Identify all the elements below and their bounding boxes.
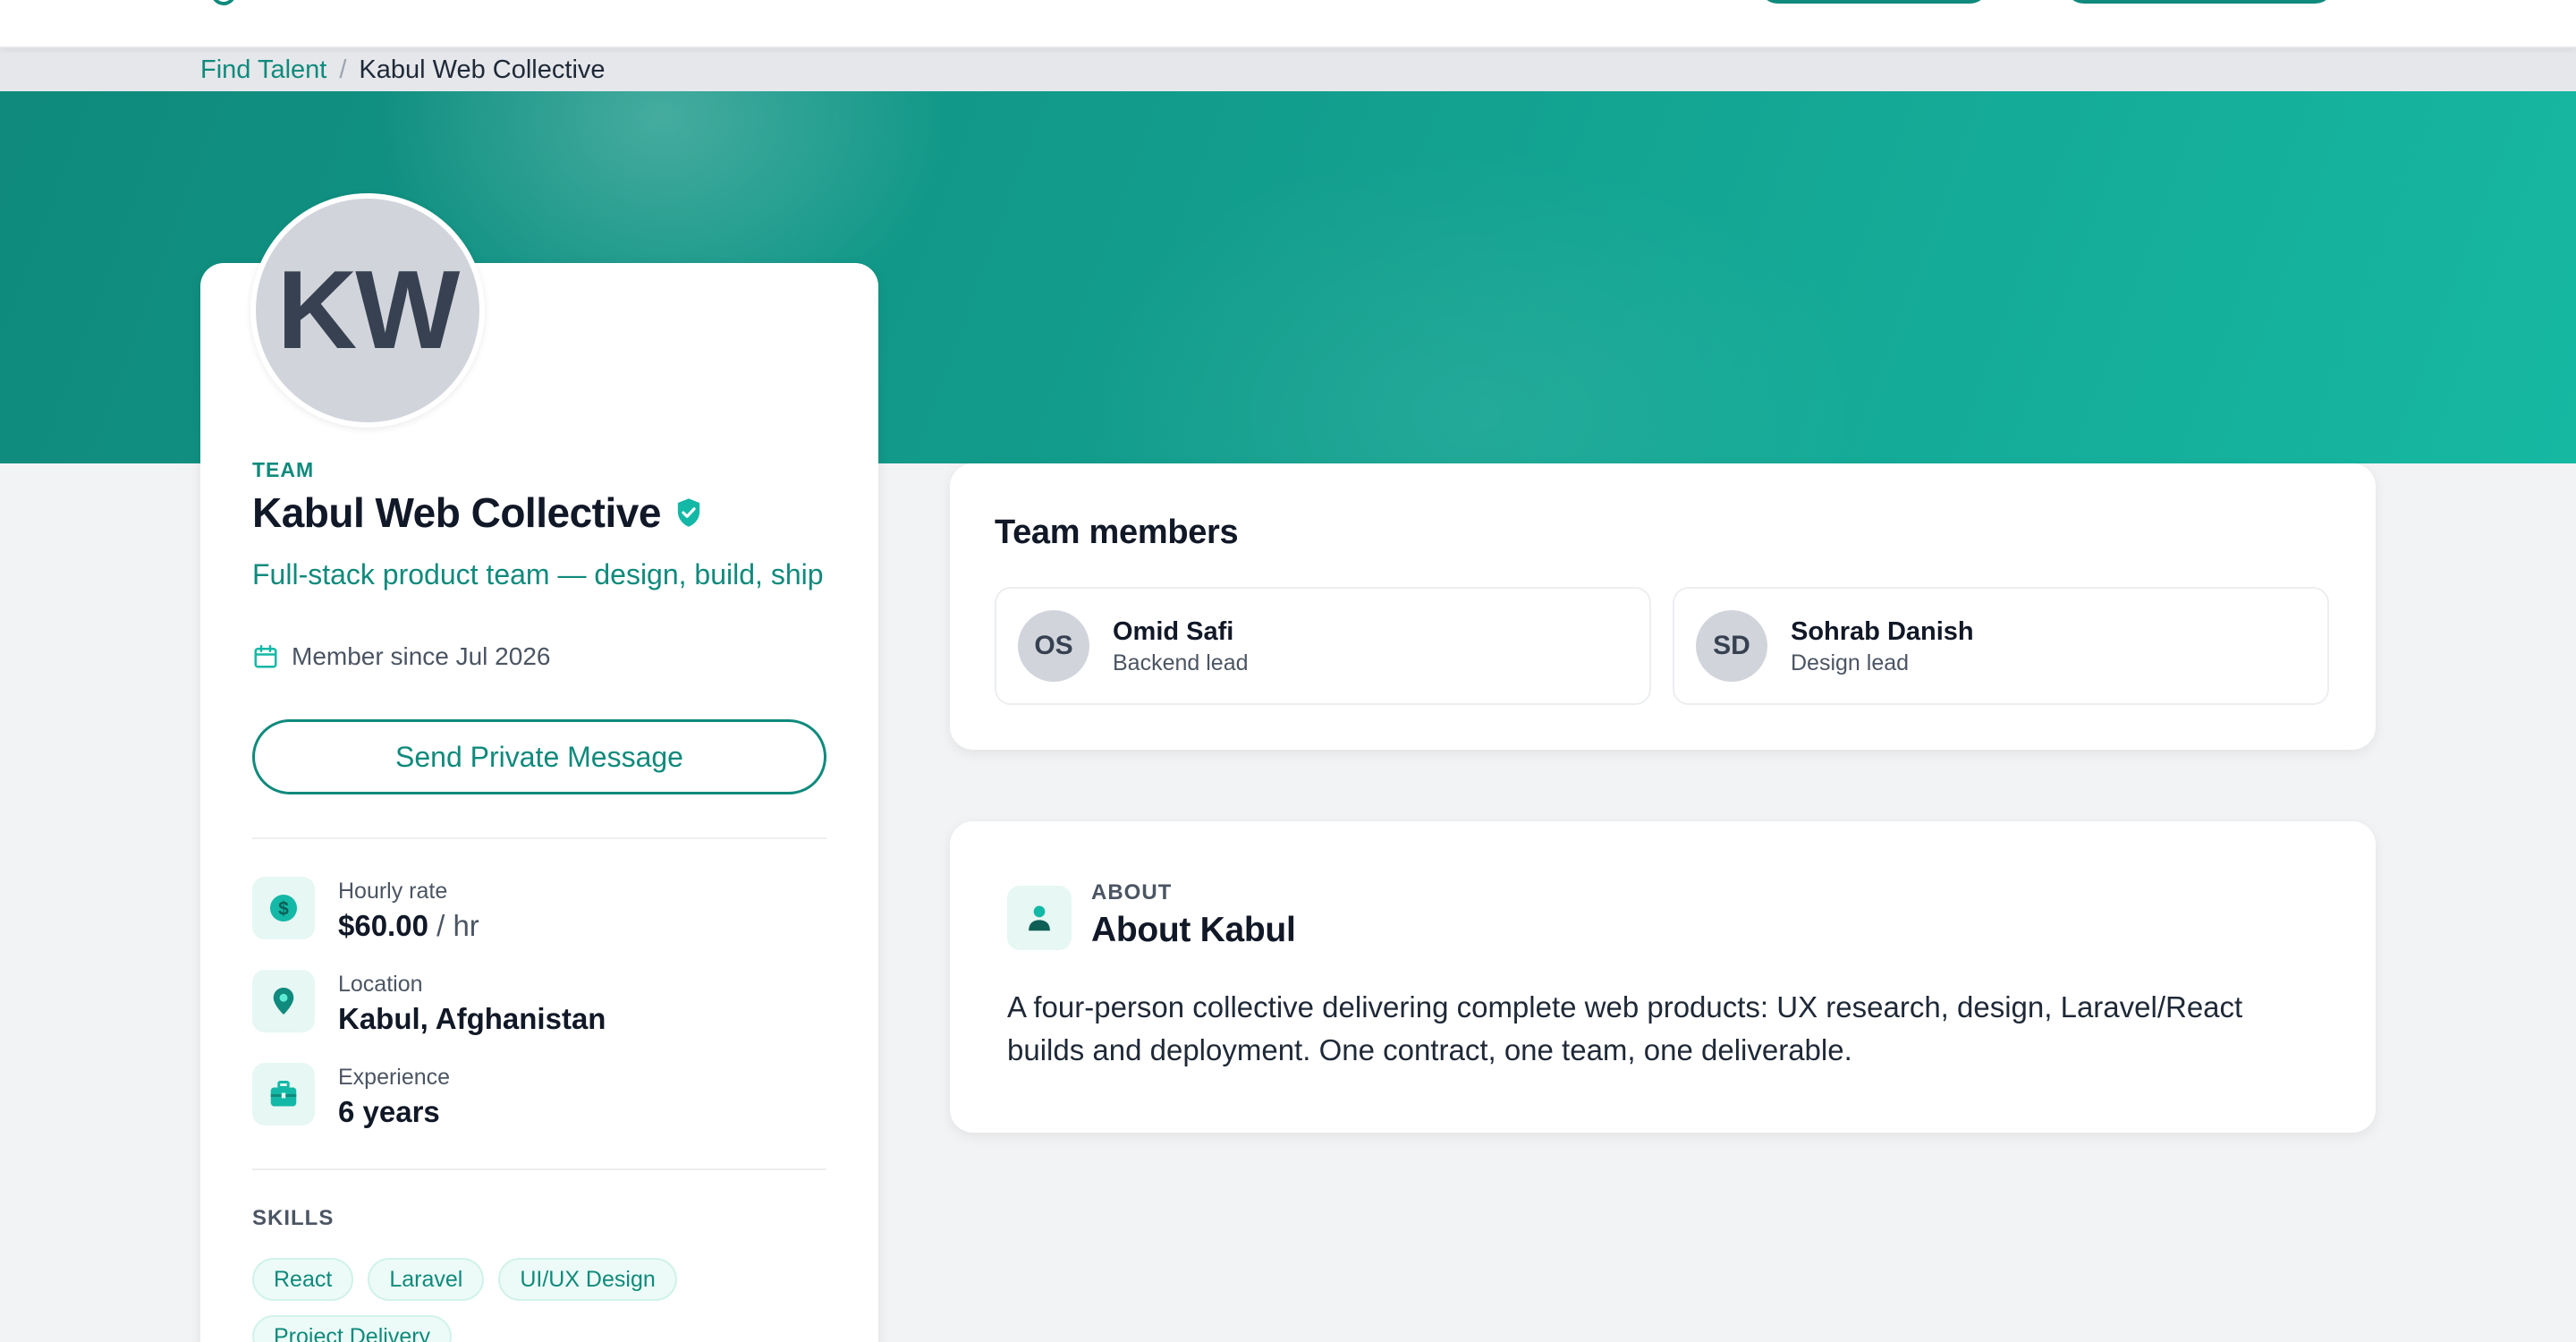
profile-card: TEAM Kabul Web Collective Full-stack pro… bbox=[200, 263, 878, 1342]
skills-list: React Laravel UI/UX Design Project Deliv… bbox=[252, 1258, 843, 1342]
member-since-row: Member since Jul 2026 bbox=[252, 642, 550, 671]
breadcrumb: Find Talent / Kabul Web Collective bbox=[0, 48, 2576, 91]
breadcrumb-current: Kabul Web Collective bbox=[359, 55, 606, 84]
stat-hourly-rate: $ Hourly rate $60.00 / hr bbox=[252, 877, 479, 947]
experience-label: Experience bbox=[338, 1065, 451, 1090]
about-eyebrow: ABOUT bbox=[1091, 880, 1173, 905]
hourly-rate-value-row: $60.00 / hr bbox=[338, 905, 479, 947]
hourly-rate-unit: / hr bbox=[428, 909, 479, 942]
team-members-title: Team members bbox=[995, 514, 1239, 551]
nav-primary-button[interactable] bbox=[2064, 0, 2334, 4]
member-avatar: SD bbox=[1696, 610, 1767, 682]
divider bbox=[252, 837, 826, 839]
map-pin-icon bbox=[252, 970, 315, 1032]
skill-chip[interactable]: Project Delivery bbox=[252, 1315, 453, 1342]
nav-outline-button[interactable] bbox=[1758, 0, 1989, 4]
member-name: Sohrab Danish bbox=[1791, 617, 1974, 646]
stat-experience: Experience 6 years bbox=[252, 1063, 450, 1133]
member-avatar: OS bbox=[1018, 610, 1089, 682]
member-role: Design lead bbox=[1791, 650, 1910, 675]
profile-name-row: Kabul Web Collective bbox=[252, 488, 702, 537]
hero-glow-secondary bbox=[1073, 145, 1878, 463]
send-private-message-button[interactable]: Send Private Message bbox=[252, 719, 826, 794]
top-navbar bbox=[0, 0, 2576, 48]
profile-tagline: Full-stack product team — design, build,… bbox=[252, 558, 824, 590]
hourly-rate-label: Hourly rate bbox=[338, 879, 448, 904]
team-member-card[interactable]: SD Sohrab Danish Design lead bbox=[1673, 587, 2329, 705]
user-icon bbox=[1007, 886, 1072, 950]
breadcrumb-separator: / bbox=[339, 55, 347, 84]
profile-name: Kabul Web Collective bbox=[252, 489, 661, 536]
calendar-icon bbox=[254, 644, 277, 668]
member-role: Backend lead bbox=[1113, 650, 1249, 675]
stat-location: Location Kabul, Afghanistan bbox=[252, 970, 606, 1040]
about-card: ABOUT About Kabul A four-person collecti… bbox=[950, 821, 2376, 1133]
dollar-icon: $ bbox=[252, 877, 315, 939]
avatar: KW bbox=[250, 193, 485, 428]
experience-value: 6 years bbox=[338, 1095, 440, 1128]
divider bbox=[252, 1168, 826, 1170]
briefcase-icon bbox=[252, 1063, 315, 1125]
svg-text:$: $ bbox=[278, 899, 289, 920]
page: Find Talent / Kabul Web Collective KW TE… bbox=[0, 0, 2576, 1342]
verified-shield-icon bbox=[677, 498, 700, 527]
member-name: Omid Safi bbox=[1113, 617, 1234, 646]
location-value: Kabul, Afghanistan bbox=[338, 1002, 606, 1035]
profile-kind-label: TEAM bbox=[252, 458, 315, 481]
skills-title: SKILLS bbox=[252, 1206, 335, 1230]
skill-chip[interactable]: UI/UX Design bbox=[498, 1258, 677, 1301]
team-members-card: Team members OS Omid Safi Backend lead S… bbox=[950, 463, 2376, 750]
skill-chip[interactable]: React bbox=[252, 1258, 354, 1301]
skill-chip[interactable]: Laravel bbox=[368, 1258, 485, 1301]
team-member-card[interactable]: OS Omid Safi Backend lead bbox=[995, 587, 1651, 705]
breadcrumb-link-find-talent[interactable]: Find Talent bbox=[200, 55, 326, 85]
about-body: A four-person collective delivering comp… bbox=[1007, 990, 2243, 1066]
location-label: Location bbox=[338, 972, 423, 997]
hourly-rate-value: $60.00 bbox=[338, 909, 428, 942]
about-title: About Kabul bbox=[1091, 911, 1296, 949]
search-icon[interactable] bbox=[211, 0, 236, 5]
member-since-text: Member since Jul 2026 bbox=[292, 642, 551, 670]
